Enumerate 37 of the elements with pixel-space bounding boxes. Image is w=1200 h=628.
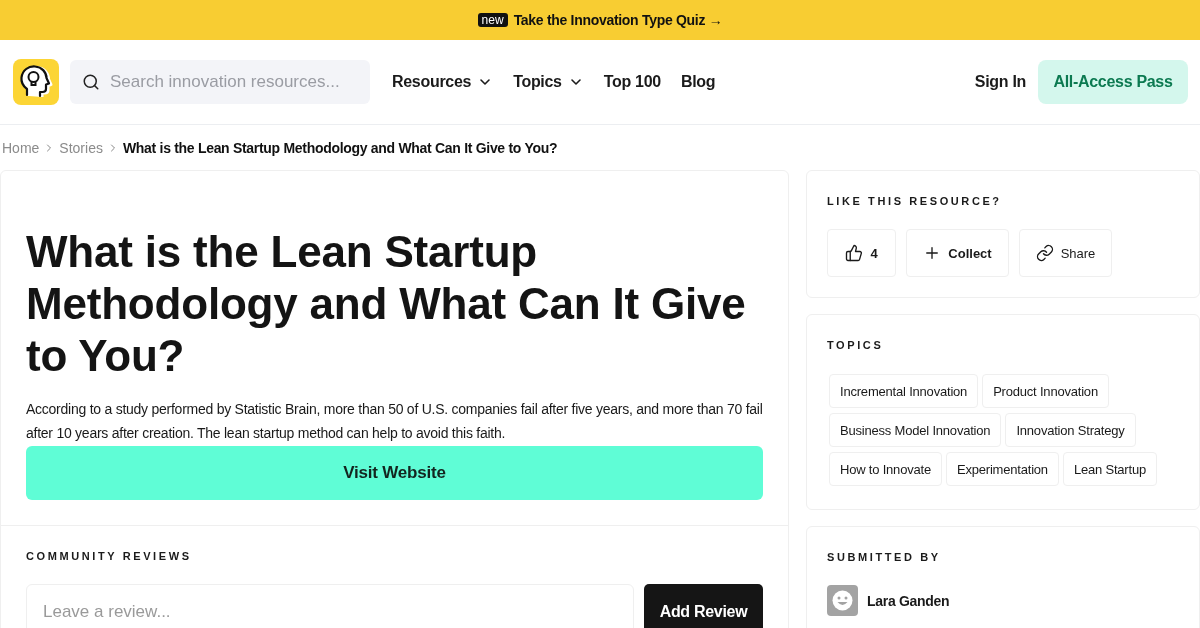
breadcrumb-current-page: What is the Lean Startup Methodology and What Can It Give to You? xyxy=(122,139,558,156)
nav-dropdown[interactable]: Topics xyxy=(513,73,584,91)
topic-tag[interactable]: Business Model Innovation xyxy=(829,413,1002,447)
sign-in-link[interactable]: Sign In xyxy=(974,73,1026,91)
nav-link[interactable]: Top 100 xyxy=(603,73,661,91)
review-input[interactable]: Leave a review... xyxy=(26,584,634,628)
section-heading: COMMUNITY REVIEWS xyxy=(26,549,193,563)
collect-button[interactable]: Collect xyxy=(906,229,1009,277)
nav-link[interactable]: Blog xyxy=(680,73,716,91)
smiley-avatar-icon xyxy=(827,585,858,616)
breadcrumb-link[interactable]: Stories xyxy=(59,139,103,156)
article-title: What is the Lean Startup Methodology and What Can It Give to You? xyxy=(26,226,747,382)
topic-tag[interactable]: How to Innovate xyxy=(829,452,942,486)
add-review-button[interactable]: Add Review xyxy=(644,584,763,628)
thumbs-up-icon xyxy=(845,244,864,262)
like-button[interactable]: 4 xyxy=(827,229,896,277)
search-field[interactable]: Search innovation resources... xyxy=(70,60,370,104)
topic-tag[interactable]: Experimentation xyxy=(945,452,1059,486)
author-name[interactable]: Lara Ganden xyxy=(867,592,950,609)
section-heading: LIKE THIS RESOURCE? xyxy=(827,194,1003,208)
section-heading: TOPICS xyxy=(827,338,885,352)
topic-tag[interactable]: Lean Startup xyxy=(1062,452,1157,486)
quiz-link[interactable]: Take the Innovation Type Quiz → xyxy=(513,12,723,28)
topic-tag[interactable]: Incremental Innovation xyxy=(829,374,979,408)
topic-tag[interactable]: Innovation Strategy xyxy=(1005,413,1136,447)
head-lightbulb-logo[interactable] xyxy=(13,59,59,105)
nav-dropdown[interactable]: Resources xyxy=(392,73,494,91)
search-icon xyxy=(82,73,100,91)
topic-tag[interactable]: Product Innovation xyxy=(982,374,1109,408)
visit-website-button[interactable]: Visit Website xyxy=(26,446,763,500)
section-heading: SUBMITTED BY xyxy=(827,550,942,564)
share-button[interactable]: Share xyxy=(1019,229,1112,277)
article-summary: According to a study performed by Statistic Brain, more than 50 of U.S. companies fail after five years, and more than 70 fail after 10 years after creation. The lean startup method can help to avoid this faith. xyxy=(26,400,763,443)
new-badge: new xyxy=(477,13,508,27)
all-access-pass-button[interactable]: All-Access Pass xyxy=(1038,60,1188,104)
link-icon xyxy=(1035,244,1054,262)
breadcrumb-link[interactable]: Home xyxy=(2,139,40,156)
